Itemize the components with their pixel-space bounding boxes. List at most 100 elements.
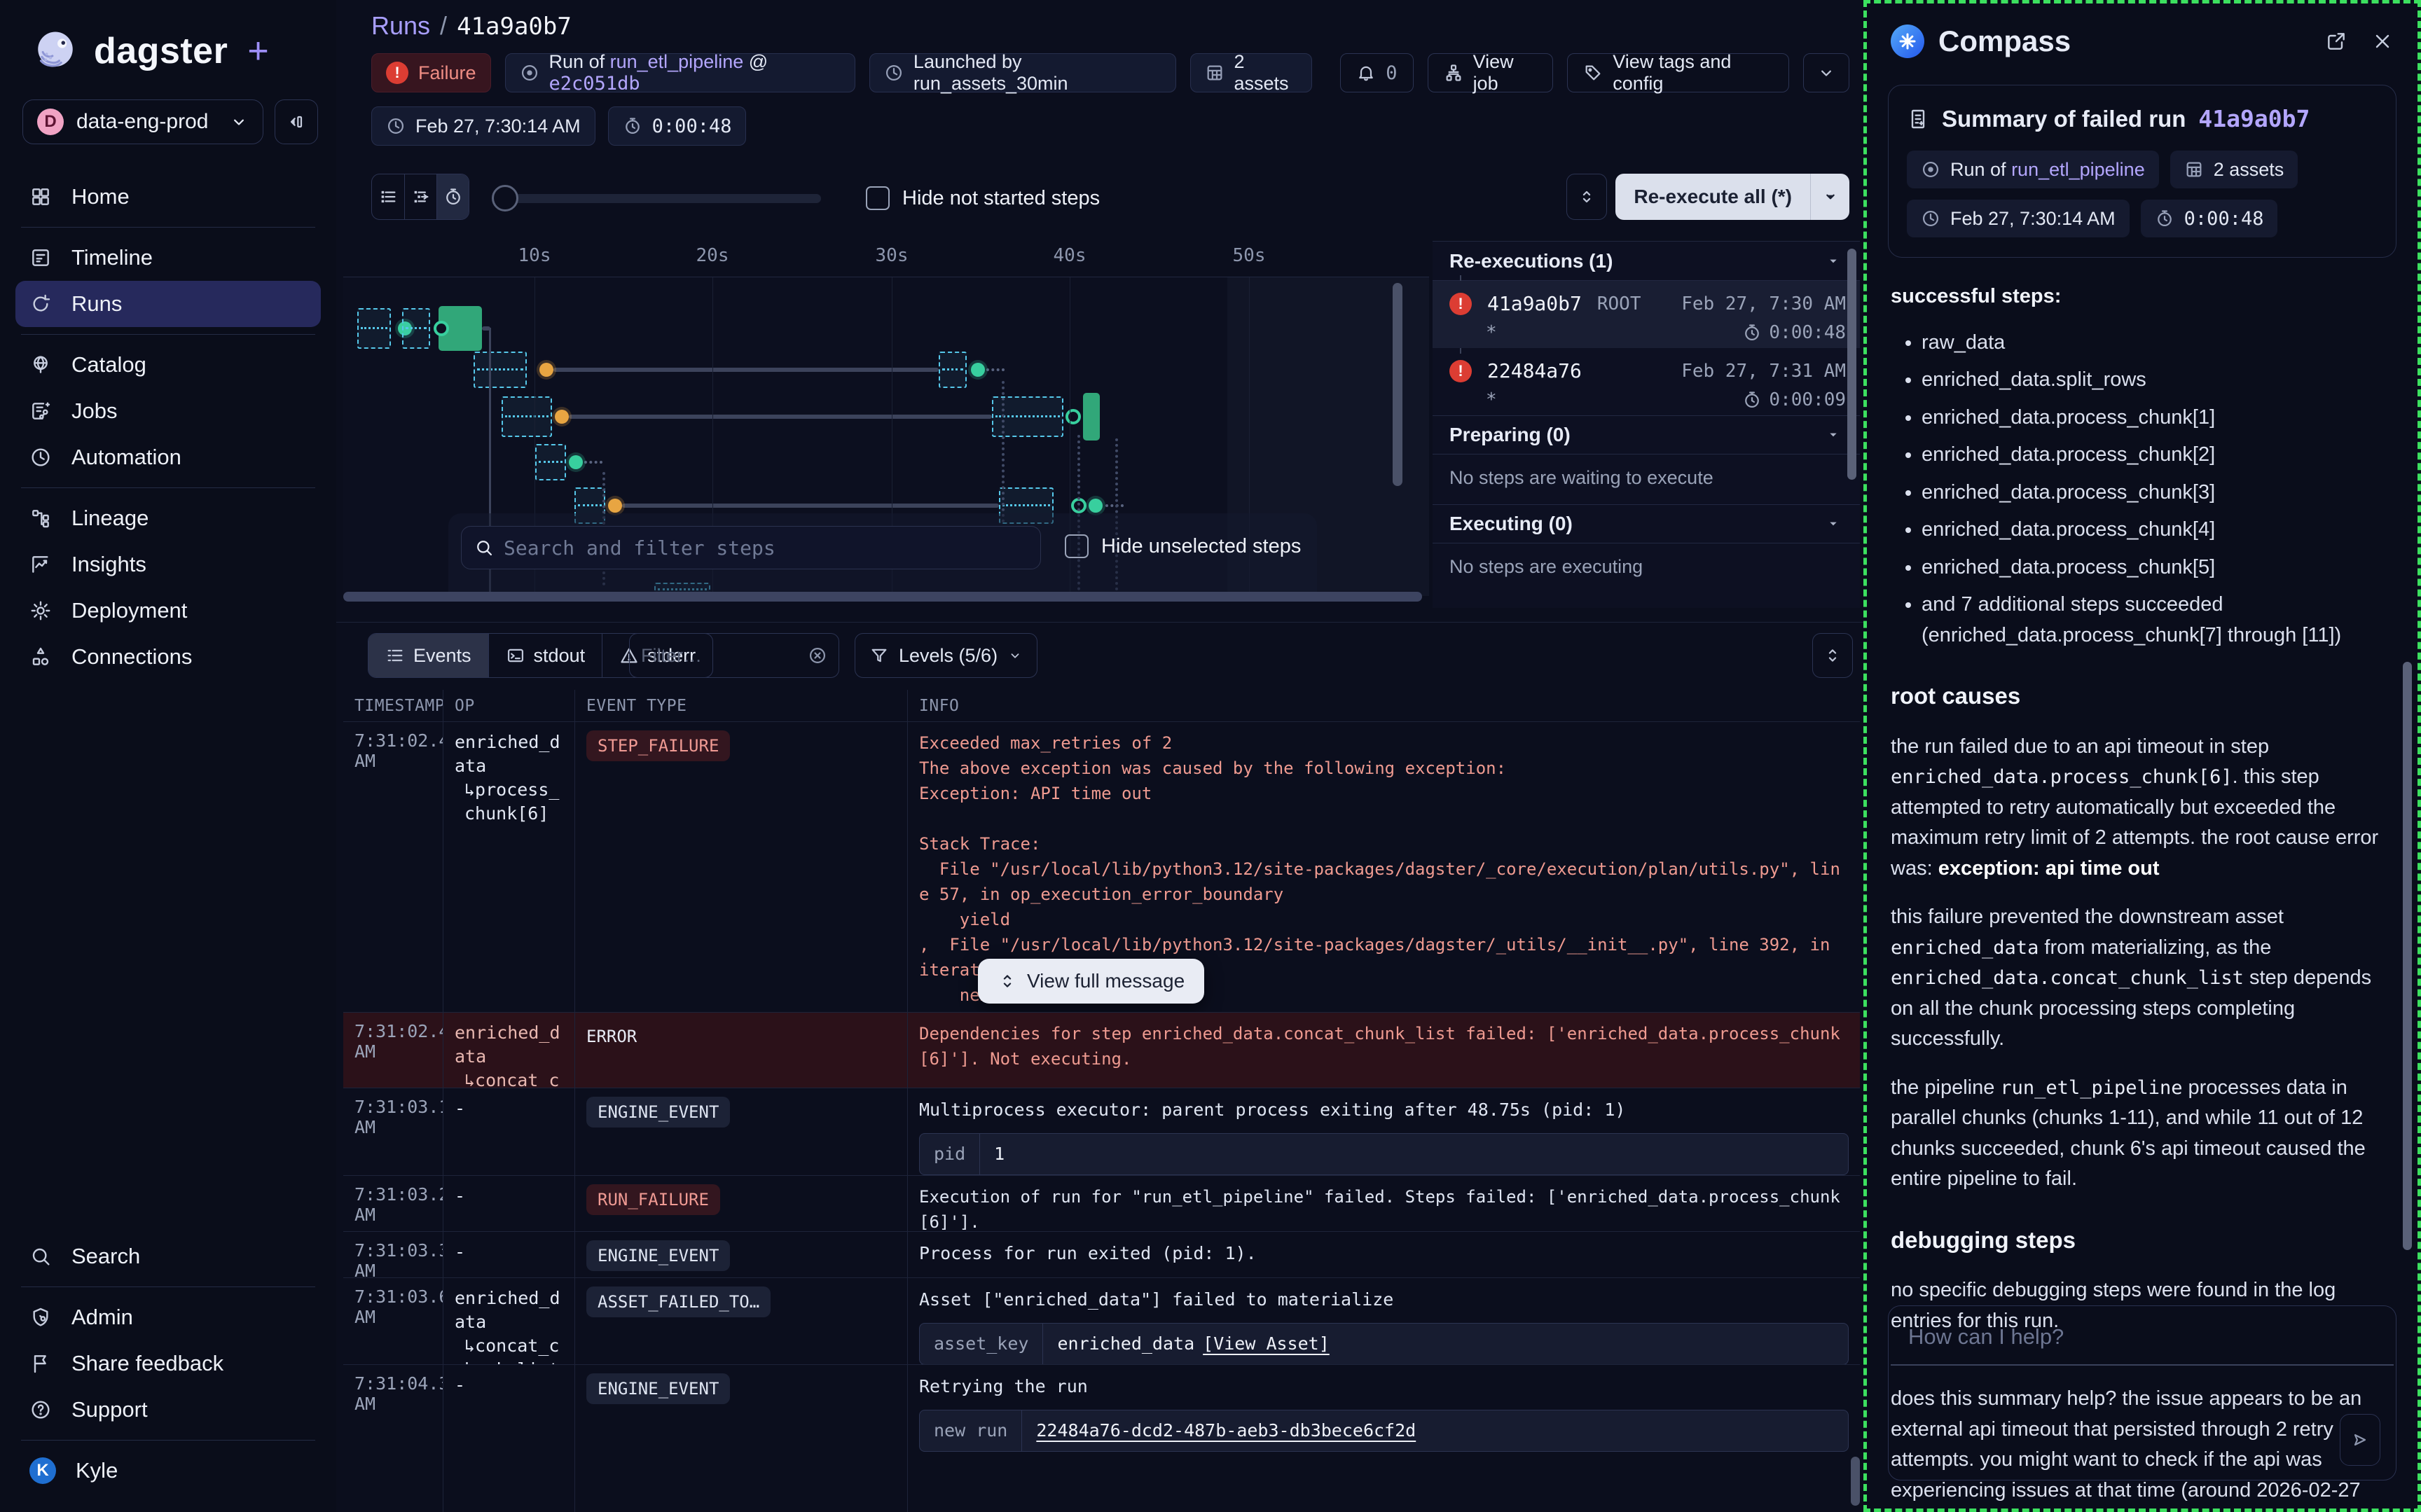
target-icon — [1921, 160, 1940, 179]
sidebar-item-runs[interactable]: Runs — [15, 281, 321, 327]
summary-run-id[interactable]: 41a9a0b7 — [2198, 105, 2310, 132]
table-row[interactable]: 7:31:03.629 AM enriched_data↳concat_chun… — [343, 1278, 1860, 1365]
send-button[interactable] — [2340, 1414, 2380, 1466]
reexecute-all-split-button[interactable]: Re-execute all (*) — [1615, 174, 1849, 220]
gantt-dashed[interactable] — [357, 308, 391, 349]
sidebar-item-label: Lineage — [71, 506, 149, 531]
sidebar-item-automation[interactable]: Automation — [0, 434, 336, 480]
launched-by-badge[interactable]: Launched by run_assets_30min — [869, 53, 1176, 92]
run-of-badge[interactable]: Run of run_etl_pipeline @ e2c051db — [505, 53, 855, 92]
table-row[interactable]: 7:31:03.170 AM - ENGINE_EVENT Multiproce… — [343, 1088, 1860, 1176]
sidebar-collapse-button[interactable] — [275, 99, 318, 144]
panel-scrollbar[interactable] — [1847, 249, 1856, 480]
gantt-dashed[interactable] — [474, 352, 527, 388]
view-asset-link[interactable]: [View Asset] — [1203, 1331, 1330, 1357]
caret-down-icon — [1823, 514, 1843, 534]
run-duration-text: 0:00:48 — [652, 116, 732, 137]
sidebar-item-support[interactable]: Support — [0, 1387, 336, 1433]
sidebar-item-home[interactable]: Home — [0, 174, 336, 220]
tab-stdout[interactable]: stdout — [488, 634, 602, 677]
col-header-event-type[interactable]: EVENT TYPE — [574, 690, 907, 721]
list-item: enriched_data.process_chunk[4] — [1922, 515, 2394, 546]
view-full-message-button[interactable]: View full message — [978, 959, 1204, 1004]
step-search-box[interactable] — [461, 526, 1041, 569]
tab-events[interactable]: Events — [368, 634, 488, 677]
close-icon[interactable] — [2371, 30, 2394, 53]
table-row[interactable]: 7:31:04.343 AM - ENGINE_EVENT Retrying t… — [343, 1365, 1860, 1512]
col-header-op[interactable]: OP — [443, 690, 574, 721]
reexecutions-header[interactable]: Re-executions (1) — [1433, 242, 1860, 281]
event-type-badge: ENGINE_EVENT — [586, 1097, 730, 1128]
compass-scrollbar[interactable] — [2403, 662, 2412, 1250]
reorder-button[interactable] — [1566, 174, 1607, 220]
checkbox[interactable] — [1065, 534, 1089, 558]
more-actions-button[interactable] — [1803, 53, 1849, 92]
checkbox[interactable] — [866, 186, 890, 210]
view-waterfall-button[interactable] — [404, 174, 436, 219]
view-job-button[interactable]: View job — [1428, 53, 1554, 92]
hide-unselected-checkbox[interactable]: Hide unselected steps — [1065, 534, 1301, 558]
stopwatch-icon — [623, 116, 642, 136]
view-tags-config-button[interactable]: View tags and config — [1567, 53, 1789, 92]
sidebar-item-deployment[interactable]: Deployment — [0, 588, 336, 634]
asset-grid-icon — [2184, 160, 2204, 179]
run-id[interactable]: 22484a76 — [1487, 359, 1582, 382]
expand-log-button[interactable] — [1812, 633, 1853, 678]
reexecution-run-row[interactable]: 22484a76 Feb 27, 7:31 AM * 0:00:09 — [1433, 348, 1860, 415]
alerts-bell-button[interactable]: 0 — [1340, 53, 1413, 92]
new-run-link[interactable]: 22484a76-dcd2-487b-aeb3-db3bece6cf2d — [1036, 1417, 1416, 1444]
sidebar-item-search[interactable]: Search — [0, 1233, 336, 1279]
axis-tick: 30s — [876, 245, 909, 266]
gantt-horizontal-scrollbar[interactable] — [343, 592, 1422, 602]
log-filter-input-box[interactable] — [629, 633, 839, 678]
gantt-dashed[interactable] — [535, 444, 566, 480]
reexecute-options-button[interactable] — [1810, 174, 1849, 220]
sidebar-item-jobs[interactable]: Jobs — [0, 388, 336, 434]
reexecute-all-label[interactable]: Re-execute all (*) — [1615, 174, 1810, 220]
preparing-section-header[interactable]: Preparing (0) — [1433, 415, 1860, 455]
log-filter-bar: Events stdout stderr Levels (5/6) — [336, 622, 1863, 690]
table-row-error[interactable]: 7:31:02.433 AM enriched_data↳concat_chun… — [343, 1013, 1860, 1088]
breadcrumb-runs-link[interactable]: Runs — [371, 11, 430, 41]
sidebar-item-connections[interactable]: Connections — [0, 634, 336, 680]
sidebar-item-admin[interactable]: Admin — [0, 1294, 336, 1340]
sidebar-item-insights[interactable]: Insights — [0, 541, 336, 588]
gantt-dashed[interactable] — [939, 352, 967, 388]
gantt-filter-overlay: Hide unselected steps — [448, 513, 1317, 596]
hide-not-started-checkbox[interactable]: Hide not started steps — [866, 186, 1100, 210]
table-row[interactable]: 7:31:03.318 AM - ENGINE_EVENT Process fo… — [343, 1232, 1860, 1278]
assets-badge[interactable]: 2 assets — [1190, 53, 1313, 92]
sidebar-item-timeline[interactable]: Timeline — [0, 235, 336, 281]
open-in-new-icon[interactable] — [2325, 30, 2347, 53]
gantt-dashed[interactable] — [502, 396, 552, 437]
view-flat-button[interactable] — [372, 174, 404, 219]
zoom-slider-handle[interactable] — [492, 185, 518, 211]
summary-title: Summary of failed run — [1942, 106, 2186, 132]
deployment-selector[interactable]: D data-eng-prod — [22, 99, 263, 144]
view-timed-button[interactable] — [436, 174, 469, 219]
gantt-green[interactable] — [1083, 393, 1100, 441]
gantt-dashed[interactable] — [402, 308, 430, 349]
table-row[interactable]: 7:31:02.405 AM enriched_data↳process_chu… — [343, 722, 1860, 1013]
compass-chat-input[interactable] — [1889, 1306, 2396, 1480]
levels-dropdown[interactable]: Levels (5/6) — [855, 633, 1037, 678]
run-id[interactable]: 41a9a0b7 — [1487, 292, 1582, 315]
sidebar-item-user[interactable]: K Kyle — [0, 1448, 336, 1494]
gantt-vertical-scrollbar[interactable] — [1393, 283, 1402, 486]
logo-plus: + — [247, 30, 268, 72]
table-scrollbar[interactable] — [1851, 1457, 1860, 1506]
zoom-slider-track[interactable] — [504, 194, 821, 203]
sidebar-item-share-feedback[interactable]: Share feedback — [0, 1340, 336, 1387]
table-row[interactable]: 7:31:03.266 AM - RUN_FAILURE Execution o… — [343, 1176, 1860, 1232]
gantt-chart[interactable]: Hide unselected steps — [343, 277, 1429, 596]
sidebar-item-catalog[interactable]: Catalog — [0, 342, 336, 388]
executing-section-header[interactable]: Executing (0) — [1433, 504, 1860, 543]
log-filter-input[interactable] — [641, 645, 801, 667]
sidebar-item-lineage[interactable]: Lineage — [0, 495, 336, 541]
col-header-timestamp[interactable]: TIMESTAMP — [343, 690, 443, 721]
reexecution-run-row[interactable]: 41a9a0b7 ROOT Feb 27, 7:30 AM * 0:00:48 — [1433, 281, 1860, 348]
step-search-input[interactable] — [504, 536, 1028, 560]
clear-filter-icon[interactable] — [808, 646, 827, 665]
gantt-dot — [608, 499, 622, 513]
zoom-slider[interactable] — [492, 185, 821, 211]
